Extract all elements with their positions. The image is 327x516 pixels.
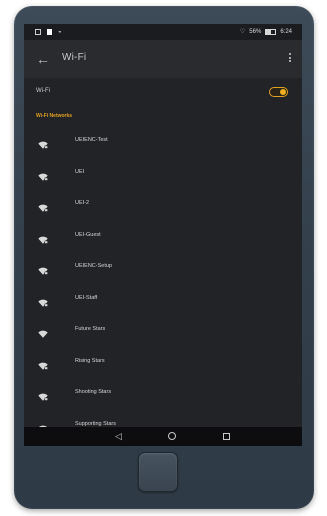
notification-icon: ◒ (58, 29, 62, 35)
network-ssid: Future Stars (75, 326, 106, 332)
network-list-item[interactable]: UEI (24, 157, 302, 189)
triangle-back-icon[interactable]: ◁ (115, 431, 122, 441)
network-list-item[interactable]: Shooting Stars (24, 377, 302, 409)
arrow-back-icon[interactable]: ← (36, 52, 50, 66)
wifi-lock-icon (38, 231, 48, 244)
signal-icon: ♡ (239, 29, 246, 35)
battery-icon (265, 28, 277, 35)
network-list-item[interactable]: Future Stars (24, 314, 302, 346)
circle-home-icon[interactable] (168, 432, 176, 440)
wifi-toggle-label: Wi-Fi (36, 88, 50, 94)
overflow-menu-icon[interactable] (289, 53, 292, 62)
network-ssid: UEIENC-Test (75, 137, 108, 143)
wifi-lock-icon (38, 199, 48, 212)
network-list-item[interactable]: Rising Stars (24, 346, 302, 378)
network-list-item[interactable]: UEI-Staff (24, 283, 302, 315)
network-ssid: Supporting Stars (75, 420, 116, 427)
hardware-home-button[interactable] (138, 452, 178, 492)
network-list-item[interactable]: UEIENC-Setup (24, 251, 302, 283)
network-ssid: UEI-Guest (75, 231, 101, 238)
networks-section-header: Wi-Fi Networks (36, 113, 73, 119)
wifi-lock-icon (38, 357, 48, 370)
app-bar: ← Wi-Fi (24, 40, 302, 78)
wifi-lock-icon (38, 262, 48, 275)
wifi-lock-icon (38, 294, 48, 307)
network-list-item[interactable]: UEI-2 (24, 188, 302, 220)
network-list: UEIENC-Test UEI UEI-2 UEI-Guest UEIENC-Setup… (24, 125, 302, 440)
wifi-toggle-row[interactable]: Wi-Fi (24, 78, 302, 108)
wifi-icon (38, 325, 48, 338)
network-list-item[interactable]: UEI-Guest (24, 220, 302, 252)
wifi-lock-icon (38, 388, 48, 401)
square-recents-icon[interactable] (223, 433, 230, 440)
page-title: Wi-Fi (62, 52, 87, 63)
status-notification-icons: ◒ (35, 29, 62, 35)
battery-percent: 56% (249, 28, 262, 35)
wifi-toggle-switch[interactable] (269, 87, 288, 97)
network-ssid: Shooting Stars (75, 389, 112, 395)
toggle-knob (280, 89, 286, 95)
wifi-lock-icon (38, 168, 48, 181)
device-screen: ◒ ♡ 56% 6:24 ← Wi-Fi Wi-Fi Wi-Fi Network… (24, 24, 302, 446)
network-ssid: Rising Stars (75, 357, 105, 364)
status-time: 6:24 (280, 28, 292, 35)
wifi-lock-icon (38, 136, 48, 149)
status-bar: ◒ ♡ 56% 6:24 (24, 24, 302, 40)
network-ssid: UEI (75, 168, 85, 175)
status-right-group: ♡ 56% 6:24 (240, 28, 292, 35)
notification-icon (35, 29, 41, 35)
navigation-bar: ◁ (24, 427, 302, 446)
notification-icon (47, 29, 52, 35)
network-ssid: UEI-2 (75, 200, 90, 206)
network-list-item[interactable]: UEIENC-Test (24, 125, 302, 157)
network-ssid: UEI-Staff (75, 294, 98, 301)
network-ssid: UEIENC-Setup (75, 263, 112, 269)
